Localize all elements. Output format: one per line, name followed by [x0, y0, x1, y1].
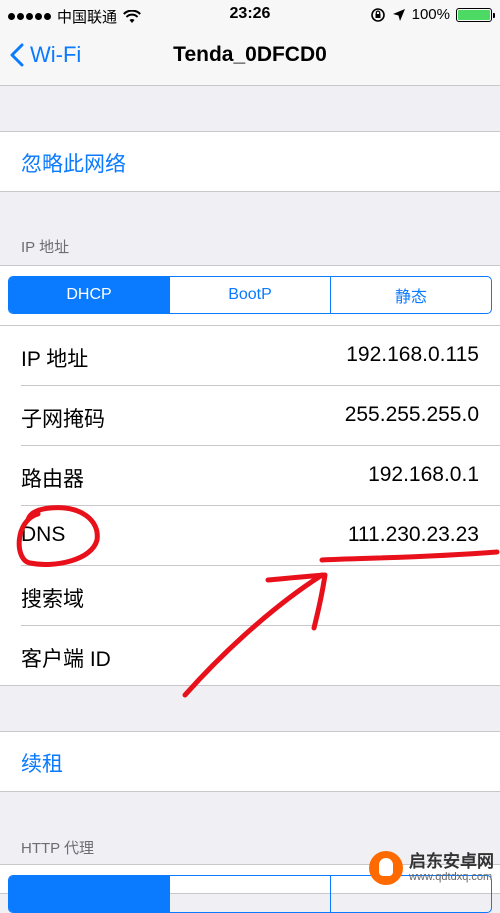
- watermark-name: 启东安卓网: [409, 851, 494, 871]
- watermark-logo-icon: [369, 851, 403, 885]
- watermark: 启东安卓网 www.qdtdxq.com: [369, 851, 494, 885]
- arrow-head-annotation: [265, 572, 328, 631]
- watermark-text: 启东安卓网 www.qdtdxq.com: [409, 851, 494, 884]
- red-annotation-marks: [16, 505, 500, 698]
- dns-circle-annotation: [16, 505, 100, 567]
- arrow-shaft-annotation: [182, 572, 325, 698]
- watermark-url: www.qdtdxq.com: [409, 871, 493, 884]
- dns-underline-annotation: [319, 549, 500, 563]
